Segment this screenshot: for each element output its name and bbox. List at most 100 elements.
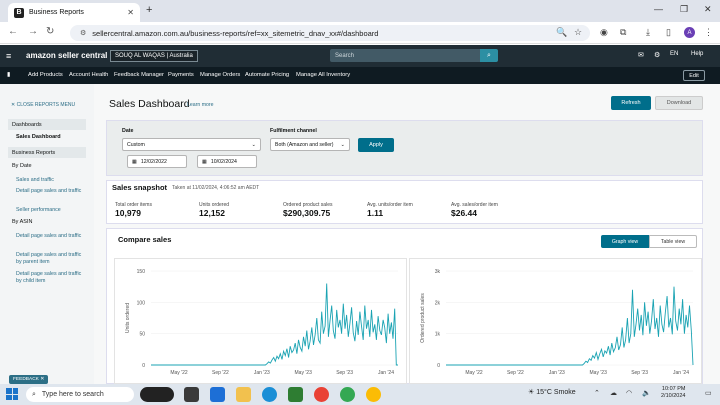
bookmark-star-icon[interactable]: ☆: [574, 27, 582, 38]
widgets-icon[interactable]: [140, 387, 174, 402]
chrome-icon[interactable]: [314, 387, 329, 402]
profile-avatar[interactable]: A: [684, 27, 695, 38]
nav-manage-all-inventory[interactable]: Manage All Inventory: [296, 72, 350, 78]
weather-widget[interactable]: ☀ 15°C Smoke: [528, 388, 576, 396]
graph-view-button[interactable]: Graph view: [601, 235, 649, 248]
notification-icon[interactable]: ▭: [705, 389, 712, 397]
language-selector[interactable]: EN: [670, 51, 678, 57]
y-tick-label: 150: [137, 269, 146, 275]
learn-more-link[interactable]: Learn more: [187, 102, 214, 108]
extension-icon[interactable]: ◉: [600, 27, 608, 38]
edge-icon[interactable]: [262, 387, 277, 402]
nav-feedback-manager[interactable]: Feedback Manager: [114, 72, 164, 78]
x-tick-label: May '23: [590, 370, 608, 376]
chevron-down-icon: ⌄: [251, 141, 256, 148]
from-date-input[interactable]: ▦ 12/02/2022: [127, 155, 187, 168]
metric-value: $26.44: [451, 208, 477, 218]
close-window-icon[interactable]: ✕: [704, 4, 712, 15]
sidebar-item-sales-traffic[interactable]: Sales and traffic: [16, 177, 86, 184]
site-info-icon[interactable]: ⚙: [80, 29, 86, 37]
taskbar-clock[interactable]: 10:07 PM 2/10/2024: [661, 386, 685, 400]
sidebar-item-asin-child[interactable]: Detail page sales and traffic by child i…: [16, 271, 86, 285]
apply-button[interactable]: Apply: [358, 138, 394, 152]
mail-app-icon[interactable]: [210, 387, 225, 402]
date-label: Date: [122, 128, 134, 134]
metric-value: 12,152: [199, 208, 225, 218]
nav-manage-orders[interactable]: Manage Orders: [200, 72, 240, 78]
volume-icon[interactable]: 🔈: [642, 389, 651, 397]
y-tick-label: 0: [437, 363, 440, 369]
series-line: [151, 283, 398, 366]
amazon-logo[interactable]: amazon seller central: [26, 51, 107, 60]
y-axis-label: Units ordered: [125, 303, 131, 333]
new-tab-icon[interactable]: +: [146, 4, 152, 16]
close-reports-menu[interactable]: ✕ CLOSE REPORTS MENU: [11, 102, 75, 108]
feedback-button[interactable]: FEEDBACK ✕: [9, 375, 49, 384]
search-icon: ⌕: [32, 390, 36, 398]
taskbar-search[interactable]: ⌕ Type here to search: [26, 387, 134, 402]
store-app-icon[interactable]: [288, 387, 303, 402]
nav-account-health[interactable]: Account Health: [69, 72, 108, 78]
nav-add-products[interactable]: Add Products: [28, 72, 63, 78]
gear-icon[interactable]: ⚙: [654, 51, 660, 59]
sidebar-group-by-asin: By ASIN: [12, 219, 33, 225]
download-icon[interactable]: ⤓: [646, 27, 650, 38]
sidebar-item-asin-detail[interactable]: Detail page sales and traffic: [16, 233, 86, 240]
zoom-icon[interactable]: 🔍: [556, 27, 567, 38]
download-button[interactable]: Download: [655, 96, 703, 110]
url-field[interactable]: ⚙ sellercentral.amazon.com.au/business-r…: [70, 25, 590, 41]
refresh-button[interactable]: Refresh: [611, 96, 651, 110]
task-view-icon[interactable]: [184, 387, 199, 402]
series-line: [446, 286, 694, 366]
cloud-icon[interactable]: ☁: [610, 389, 617, 397]
y-tick-label: 100: [137, 300, 146, 306]
sidebar-group-by-date: By Date: [12, 163, 32, 169]
table-view-button[interactable]: Table view: [649, 235, 697, 248]
chrome-profile-2-icon[interactable]: [366, 387, 381, 402]
browser-menu-icon[interactable]: ⋮: [704, 27, 713, 38]
sidebar-item-sales-dashboard[interactable]: Sales Dashboard: [16, 134, 61, 140]
x-tick-label: Jan '24: [378, 370, 394, 376]
wifi-icon[interactable]: ◠: [626, 389, 632, 397]
x-tick-label: May '22: [465, 370, 483, 376]
edit-nav-button[interactable]: Edit: [683, 70, 705, 81]
minimize-icon[interactable]: —: [654, 4, 663, 14]
sales-chart-card: 3k 2k 1k 0 Ordered product sales May '22 Sep '…: [409, 258, 702, 384]
ordered-sales-chart: 3k 2k 1k 0 Ordered product sales May '22 Sep '…: [420, 269, 694, 376]
forward-icon[interactable]: →: [28, 26, 38, 37]
tray-expand-icon[interactable]: ⌃: [594, 389, 600, 397]
sidepanel-icon[interactable]: ▯: [666, 27, 671, 38]
close-tab-icon[interactable]: ✕: [127, 8, 134, 17]
sidebar-item-seller-performance[interactable]: Seller performance: [16, 207, 86, 214]
mail-icon[interactable]: ✉: [638, 51, 644, 59]
search-button[interactable]: ⌕: [480, 49, 498, 62]
url-text: sellercentral.amazon.com.au/business-rep…: [92, 28, 379, 38]
file-explorer-icon[interactable]: [236, 387, 251, 402]
amazon-favicon-icon: B: [14, 7, 24, 18]
date-range-select[interactable]: Custom ⌄: [122, 138, 261, 151]
nav-payments[interactable]: Payments: [168, 72, 194, 78]
fulfilment-select[interactable]: Both (Amazon and seller) ⌄: [270, 138, 350, 151]
search-input[interactable]: Search: [330, 49, 480, 62]
help-link[interactable]: Help: [691, 51, 703, 57]
browser-tab[interactable]: B Business Reports ✕: [8, 3, 140, 22]
nav-automate-pricing[interactable]: Automate Pricing: [245, 72, 289, 78]
sidebar-section-dashboards: Dashboards: [8, 119, 86, 130]
windows-start-icon[interactable]: [6, 388, 18, 400]
bookmark-icon[interactable]: ▮: [7, 72, 10, 78]
sidebar-item-detail-page[interactable]: Detail page sales and traffic: [16, 188, 86, 195]
page-title: Sales Dashboard: [109, 98, 190, 110]
to-date-input[interactable]: ▦ 10/02/2024: [197, 155, 257, 168]
hamburger-menu-icon[interactable]: ≡: [6, 51, 11, 61]
sun-icon: ☀: [528, 389, 537, 396]
reload-icon[interactable]: ↻: [46, 26, 54, 37]
y-tick-label: 3k: [435, 269, 441, 275]
store-selector[interactable]: SOUQ AL WAQAS | Australia: [110, 50, 198, 62]
compare-sales-title: Compare sales: [118, 235, 172, 244]
back-icon[interactable]: ←: [8, 26, 18, 37]
puzzle-icon[interactable]: ⧉: [620, 27, 626, 38]
chrome-profile-icon[interactable]: [340, 387, 355, 402]
sidebar-item-asin-parent[interactable]: Detail page sales and traffic by parent …: [16, 252, 86, 266]
x-tick-label: Sep '22: [507, 370, 524, 376]
maximize-icon[interactable]: ❐: [680, 4, 688, 15]
